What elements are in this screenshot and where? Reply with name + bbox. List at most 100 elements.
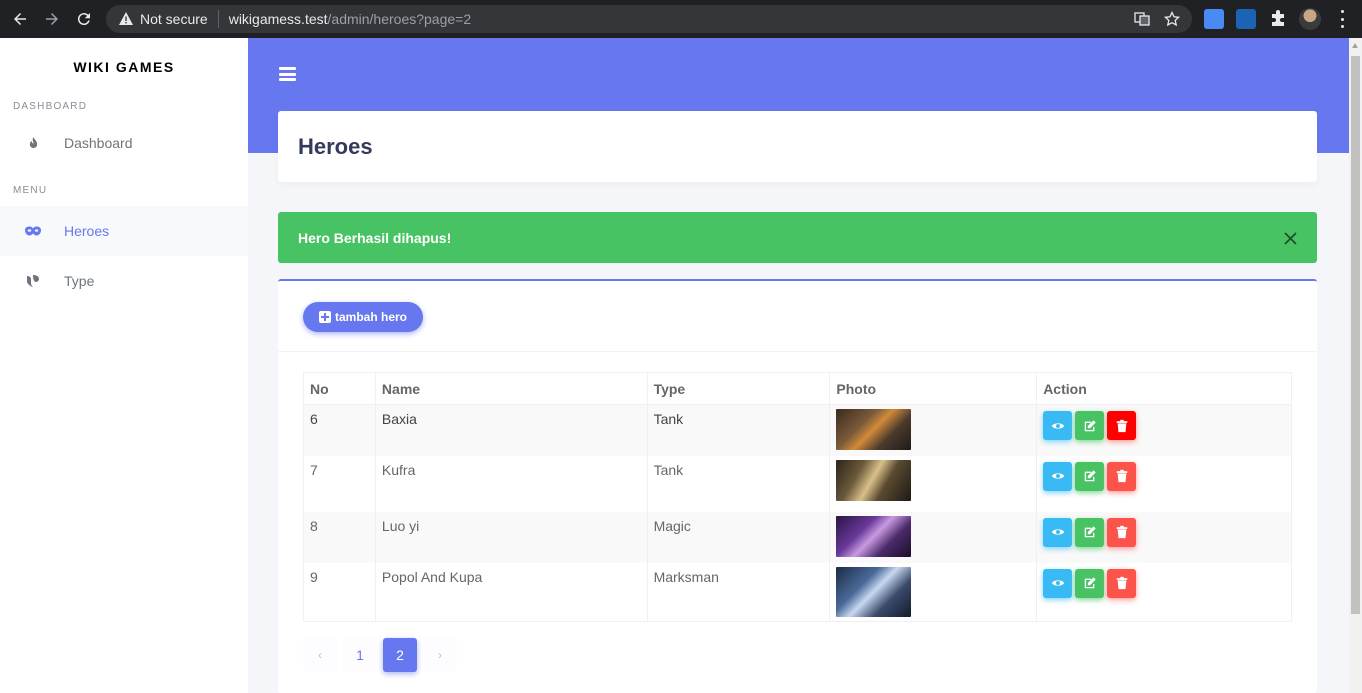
success-alert: Hero Berhasil dihapus!: [278, 212, 1317, 263]
cell-type: Magic: [646, 511, 831, 563]
section-header: Heroes: [278, 111, 1317, 182]
plus-square-icon: [319, 311, 331, 323]
cell-photo: [829, 511, 1038, 563]
profile-avatar[interactable]: [1299, 8, 1321, 30]
star-icon[interactable]: [1164, 11, 1180, 27]
sidebar-item-dashboard[interactable]: Dashboard: [0, 118, 248, 168]
view-button[interactable]: [1043, 461, 1073, 491]
view-button[interactable]: [1043, 568, 1073, 598]
column-header: Action: [1036, 372, 1292, 405]
sidebar-item-label: Heroes: [64, 223, 110, 239]
puzzle-icon[interactable]: [1268, 9, 1288, 29]
edit-icon: [1084, 419, 1096, 431]
table-row: 9 Popol And Kupa Marksman: [303, 562, 1292, 622]
column-header: No: [303, 372, 376, 405]
trash-icon: [1116, 525, 1127, 539]
forward-icon[interactable]: [41, 8, 63, 30]
translate-extension-icon[interactable]: [1204, 9, 1224, 29]
eye-icon: [1051, 473, 1064, 479]
page-scrollbar[interactable]: [1349, 38, 1362, 693]
view-button[interactable]: [1043, 517, 1073, 547]
edit-button[interactable]: [1075, 411, 1105, 440]
cell-no: 6: [303, 404, 376, 456]
pagination-prev[interactable]: ‹: [303, 638, 337, 672]
add-hero-label: tambah hero: [335, 310, 408, 324]
column-header: Photo: [829, 372, 1038, 405]
cell-photo: [829, 404, 1038, 456]
heroes-table: No Name Type Photo Action 6 Baxia Tank 7…: [303, 372, 1292, 622]
cell-name: Kufra: [374, 455, 648, 512]
table-row: 6 Baxia Tank: [303, 404, 1292, 456]
alert-message: Hero Berhasil dihapus!: [298, 229, 452, 246]
trash-icon: [1116, 419, 1127, 432]
eye-icon: [1051, 422, 1064, 429]
menu-kebab-icon[interactable]: [1336, 10, 1348, 28]
menu-header-menu: MENU: [13, 185, 48, 196]
column-header: Name: [374, 372, 648, 405]
reload-icon[interactable]: [73, 8, 95, 30]
browser-toolbar: Not secure wikigamess.test/admin/heroes?…: [0, 0, 1362, 38]
hero-photo: [836, 566, 912, 617]
cell-action: [1036, 404, 1292, 456]
cell-action: [1036, 511, 1292, 563]
delete-button[interactable]: [1107, 568, 1137, 598]
pagination-page-2[interactable]: 2: [383, 638, 417, 672]
cell-action: [1036, 562, 1292, 622]
cell-no: 8: [303, 511, 376, 563]
sidebar-item-label: Type: [64, 273, 95, 289]
screenshot-extension-icon[interactable]: [1236, 9, 1256, 29]
edit-button[interactable]: [1075, 517, 1105, 547]
menu-header-dashboard: DASHBOARD: [13, 101, 88, 112]
edit-button[interactable]: [1075, 568, 1105, 598]
cell-photo: [829, 455, 1038, 512]
delete-button[interactable]: [1107, 411, 1137, 440]
cell-name: Popol And Kupa: [374, 562, 648, 622]
sidebar: WIKI GAMES DASHBOARD Dashboard MENU Hero…: [0, 38, 248, 693]
brand-logo[interactable]: WIKI GAMES: [0, 38, 248, 96]
eye-icon: [1051, 529, 1064, 535]
trash-icon: [1116, 576, 1127, 590]
sidebar-item-type[interactable]: Type: [0, 256, 248, 306]
scroll-up-arrow-icon[interactable]: [1352, 43, 1358, 48]
table-header-row: No Name Type Photo Action: [303, 372, 1292, 405]
view-button[interactable]: [1043, 411, 1073, 440]
table-row: 8 Luo yi Magic: [303, 511, 1292, 563]
address-bar[interactable]: Not secure wikigamess.test/admin/heroes?…: [106, 5, 1192, 33]
back-icon[interactable]: [9, 8, 31, 30]
edit-icon: [1084, 577, 1096, 589]
cell-no: 9: [303, 562, 376, 622]
hero-photo: [836, 459, 912, 501]
pagination-next[interactable]: ›: [423, 638, 457, 672]
cell-type: Tank: [646, 404, 831, 456]
cell-no: 7: [303, 455, 376, 512]
type-icon: [25, 273, 41, 289]
not-secure-label: Not secure: [140, 11, 208, 27]
eye-icon: [1051, 580, 1064, 586]
hero-photo: [836, 515, 912, 557]
hamburger-menu-icon[interactable]: [279, 67, 296, 81]
add-hero-button[interactable]: tambah hero: [303, 302, 424, 332]
scrollbar-thumb[interactable]: [1351, 56, 1360, 614]
edit-icon: [1084, 470, 1096, 482]
hero-photo: [836, 409, 912, 450]
heroes-card: tambah hero No Name Type Photo Action 6 …: [278, 279, 1317, 693]
url-host: wikigamess.test: [228, 11, 328, 27]
column-header: Type: [646, 372, 831, 405]
trash-icon: [1116, 469, 1127, 483]
page-title: Heroes: [298, 133, 373, 159]
cell-type: Tank: [646, 455, 831, 512]
divider: [217, 10, 219, 28]
pagination-page-1[interactable]: 1: [343, 638, 377, 672]
pagination: ‹ 1 2 ›: [303, 638, 457, 672]
sidebar-item-heroes[interactable]: Heroes: [0, 206, 248, 256]
translate-icon[interactable]: [1134, 11, 1150, 27]
mask-icon: [25, 223, 41, 239]
edit-icon: [1084, 526, 1096, 538]
delete-button[interactable]: [1107, 461, 1137, 491]
fire-icon: [25, 135, 41, 151]
cell-name: Baxia: [374, 404, 648, 456]
cell-photo: [829, 562, 1038, 622]
edit-button[interactable]: [1075, 461, 1105, 491]
close-icon[interactable]: [1284, 232, 1297, 245]
delete-button[interactable]: [1107, 517, 1137, 547]
